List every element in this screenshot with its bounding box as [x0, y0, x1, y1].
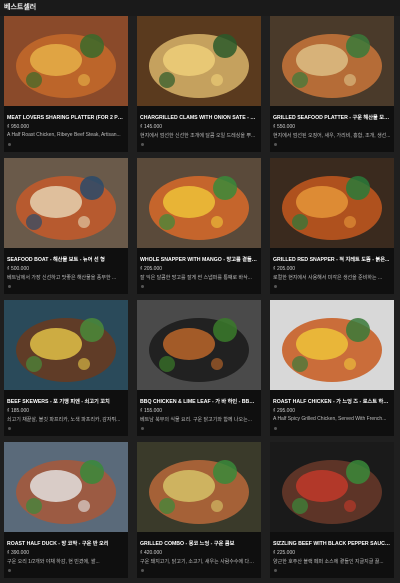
- product-card[interactable]: GRILLED RED SNAPPER - 적 지레트 도뜸 - 붉은... ₫ …: [270, 158, 394, 294]
- product-title[interactable]: WHOLE SNAPPER WITH MANGO - 망고를 곁들인...: [140, 256, 258, 263]
- status-dot-icon: [141, 569, 144, 572]
- product-description: A Half Roast Chicken, Ribeye Beef Steak,…: [7, 132, 121, 138]
- product-image[interactable]: [4, 442, 128, 532]
- product-image[interactable]: [270, 16, 394, 106]
- product-description: A Half Spicy Grilled Chicken, Served Wit…: [273, 416, 387, 422]
- product-card[interactable]: GRILLED COMBO - 몽코 느엉 - 구운 콤보 ₫ 420.000 구운…: [137, 442, 261, 578]
- product-card[interactable]: ROAST HALF CHICKEN - 가 느엉 즈 - 로스트 하프 치..…: [270, 300, 394, 436]
- product-description: 잘 익은 달콤한 망고를 잘게 썬 스냅퍼를 통째로 바삭...: [140, 275, 252, 281]
- product-image[interactable]: [137, 16, 261, 106]
- product-description: 쇠고기 채끝살, 볼깃 파프리카, 노색 파프리카, 감자튀...: [7, 417, 121, 423]
- product-card[interactable]: SEAFOOD BOAT - 해산물 보트 - 뉴어 선 형 ₫ 500.000 베…: [4, 158, 128, 294]
- product-description: 구운 돼지고기, 닭고기, 소고기, 새우는 사람수수에 다른 세...: [140, 559, 258, 565]
- product-price: ₫ 390.000: [7, 550, 30, 556]
- product-image[interactable]: [4, 300, 128, 390]
- product-image[interactable]: [270, 158, 394, 248]
- product-description: 구운 오리 1/2개와 야채 하감, 현 빈겼에, 쌀...: [7, 559, 100, 565]
- product-grid: MEAT LOVERS SHARING PLATTER (FOR 2 PEOPL…: [4, 16, 394, 578]
- product-title[interactable]: BBQ CHICKEN & LIME LEAF - 가 바 하인 - BBQ 치…: [140, 398, 258, 405]
- product-image[interactable]: [270, 300, 394, 390]
- product-description: 베트남 북부의 식물 요리. 구운 닭고기와 함께 나오는...: [140, 417, 252, 423]
- product-card[interactable]: WHOLE SNAPPER WITH MANGO - 망고를 곁들인... ₫ 2…: [137, 158, 261, 294]
- status-dot-icon: [141, 285, 144, 288]
- product-title[interactable]: SEAFOOD BOAT - 해산물 보트 - 뉴어 선 형: [7, 256, 125, 263]
- product-card[interactable]: GRILLED SEAFOOD PLATTER - 구운 해산물 모듬... ₫ …: [270, 16, 394, 152]
- product-price: ₫ 155.000: [140, 408, 163, 414]
- product-image[interactable]: [137, 300, 261, 390]
- product-image[interactable]: [270, 442, 394, 532]
- status-dot-icon: [8, 427, 11, 430]
- status-dot-icon: [141, 427, 144, 430]
- product-price: ₫ 205.000: [140, 266, 163, 272]
- product-price: ₫ 225.000: [273, 550, 296, 556]
- product-description: 로컬한 현지에서 사용해서 미각은 생선을 준비하는 ...: [273, 275, 383, 281]
- product-description: 양근한 호주산 블랙 페퍼 소스에 곁들인 지글지글 끓...: [273, 559, 384, 565]
- product-title[interactable]: CHARGRILLED CLAMS WITH ONION SATE - 양파..…: [140, 114, 258, 121]
- page-title: 베스트셀러: [0, 0, 400, 16]
- product-title[interactable]: GRILLED SEAFOOD PLATTER - 구운 해산물 모듬...: [273, 114, 391, 121]
- product-title[interactable]: ROAST HALF DUCK - 방 코막 - 구운 반 오리: [7, 540, 125, 547]
- product-title[interactable]: GRILLED COMBO - 몽코 느엉 - 구운 콤보: [140, 540, 258, 547]
- product-price: ₫ 550.000: [273, 124, 296, 130]
- product-price: ₫ 295.000: [273, 408, 296, 414]
- status-dot-icon: [8, 143, 11, 146]
- product-card[interactable]: SIZZLING BEEF WITH BLACK PEPPER SAUCE - …: [270, 442, 394, 578]
- product-description: 베트남에서 가장 신선하고 맛좋은 해산물을 풍부한 ...: [7, 275, 117, 281]
- status-dot-icon: [141, 143, 144, 146]
- product-image[interactable]: [137, 442, 261, 532]
- product-card[interactable]: ROAST HALF DUCK - 방 코막 - 구운 반 오리 ₫ 390.00…: [4, 442, 128, 578]
- product-card[interactable]: CHARGRILLED CLAMS WITH ONION SATE - 양파..…: [137, 16, 261, 152]
- product-title[interactable]: GRILLED RED SNAPPER - 적 지레트 도뜸 - 붉은...: [273, 256, 391, 263]
- product-image[interactable]: [4, 16, 128, 106]
- product-price: ₫ 185.000: [7, 408, 30, 414]
- status-dot-icon: [274, 285, 277, 288]
- product-price: ₫ 205.000: [273, 266, 296, 272]
- product-price: ₫ 420.000: [140, 550, 163, 556]
- product-card[interactable]: MEAT LOVERS SHARING PLATTER (FOR 2 PEOPL…: [4, 16, 128, 152]
- product-price: ₫ 500.000: [7, 266, 30, 272]
- product-image[interactable]: [4, 158, 128, 248]
- status-dot-icon: [274, 427, 277, 430]
- product-title[interactable]: BEEF SKEWERS - 포 기맹 피엔 - 쇠고기 꼬치: [7, 398, 125, 405]
- product-price: ₫ 145.000: [140, 124, 163, 130]
- product-image[interactable]: [137, 158, 261, 248]
- status-dot-icon: [8, 285, 11, 288]
- product-price: ₫ 950.000: [7, 124, 30, 130]
- status-dot-icon: [8, 569, 11, 572]
- product-title[interactable]: MEAT LOVERS SHARING PLATTER (FOR 2 PEOPL…: [7, 114, 125, 121]
- product-title[interactable]: SIZZLING BEEF WITH BLACK PEPPER SAUCE - …: [273, 540, 391, 547]
- status-dot-icon: [274, 143, 277, 146]
- product-description: 현지에서 엄선된 오징어, 새우, 가리비, 홍합, 조개, 생선...: [273, 133, 391, 139]
- status-dot-icon: [274, 569, 277, 572]
- product-card[interactable]: BEEF SKEWERS - 포 기맹 피엔 - 쇠고기 꼬치 ₫ 185.000…: [4, 300, 128, 436]
- product-description: 현지에서 엄선한 신선한 조개에 달콤 오일 드레싱을 뿌...: [140, 133, 256, 139]
- product-card[interactable]: BBQ CHICKEN & LIME LEAF - 가 바 하인 - BBQ 치…: [137, 300, 261, 436]
- product-title[interactable]: ROAST HALF CHICKEN - 가 느엉 즈 - 로스트 하프 치..…: [273, 398, 391, 405]
